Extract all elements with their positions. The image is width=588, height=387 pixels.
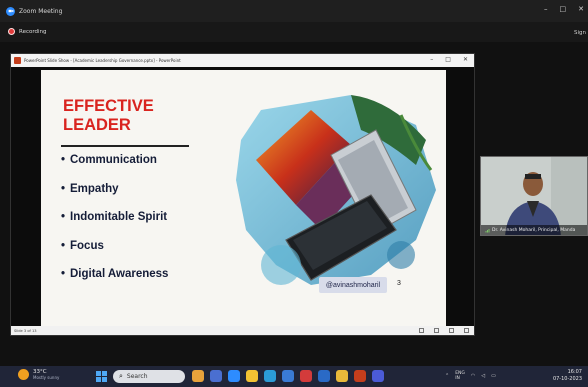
widgets-app-icon[interactable] [192,370,204,382]
bullet-list: • Communication • Empathy • Indomitable Spi… [61,154,168,297]
slideshow-icon[interactable] [464,328,469,333]
sun-icon [18,369,29,380]
search-placeholder: Search [126,373,148,380]
participant-video-tile[interactable]: Dr. Avinash Moharil, Principal, Manda [480,156,588,236]
zoom-window-title: Zoom Meeting [19,7,63,15]
recording-indicator[interactable]: Recording [8,28,47,35]
wifi-icon[interactable]: ◠ [471,373,475,379]
bullet-item: • Focus [61,239,104,252]
weather-widget[interactable]: 33°C Mostly sunny [18,369,59,380]
taskbar-search-box[interactable]: ⌕ Search [113,370,185,383]
slide-heading-line2: LEADER [63,116,131,134]
normal-view-icon[interactable] [419,328,424,333]
powerpoint-app-icon [14,57,21,64]
slide-heading-line1: EFFECTIVE [63,97,154,115]
recording-label: Recording [19,28,47,35]
clock-date: 07-10-2023 [552,376,582,382]
slide-counter: Slide 3 of 13 [14,328,37,333]
slide-heading: EFFECTIVE LEADER [63,97,173,135]
powerpoint-window-title: PowerPoint Slide Show - [Academic Leader… [24,58,181,63]
powerpoint-shared-window: PowerPoint Slide Show - [Academic Leader… [10,53,475,336]
slideshow-status-bar: Slide 3 of 13 [11,326,474,335]
sign-label[interactable]: Sign [574,30,586,36]
reading-view-icon[interactable] [449,328,454,333]
chrome-browser-icon[interactable] [336,370,348,382]
zoom-close-button[interactable]: ✕ [578,5,584,13]
clock-time: 16:07 [567,369,582,375]
ppt-maximize-button[interactable]: □ [445,56,451,63]
zoom-maximize-button[interactable]: □ [560,5,567,13]
speaker-icon[interactable]: ◁ [481,373,485,379]
ppt-close-button[interactable]: ✕ [463,56,468,63]
windows-taskbar: 33°C Mostly sunny ⌕ Search ⌃ ENG IN ◠ ◁ … [0,366,588,387]
zoom-logo-icon [6,6,15,16]
edge-browser-icon[interactable] [264,370,276,382]
zoom-meeting-topbar: Recording Sign [0,22,588,42]
powerpoint-taskbar-icon[interactable] [354,370,366,382]
zoom-app-icon[interactable] [228,370,240,382]
word-app-icon[interactable] [318,370,330,382]
signal-bars-icon [485,228,490,232]
office-app-icon[interactable] [300,370,312,382]
slide-sorter-icon[interactable] [434,328,439,333]
powerpoint-title-bar: PowerPoint Slide Show - [Academic Leader… [11,54,474,67]
battery-icon[interactable]: ▭ [491,373,496,379]
store-app-icon[interactable] [282,370,294,382]
author-handle-badge: @avinashmoharil [319,277,387,293]
bullet-item: • Digital Awareness [61,268,169,280]
smartphones-artwork-image [236,95,436,285]
teams-app-icon[interactable] [372,370,384,382]
presentation-slide: EFFECTIVE LEADER • Communication • Empathy… [41,70,446,326]
weather-description: Mostly sunny [33,375,60,380]
language-indicator[interactable]: ENG IN [455,371,465,381]
participant-name-label: Dr. Avinash Moharil, Principal, Manda [481,225,587,235]
desktop-screen: Zoom Meeting – □ ✕ Recording Sign PowerP… [0,0,588,387]
taskbar-clock[interactable]: 16:07 07-10-2023 [553,369,582,383]
bullet-item: • Communication [61,154,157,166]
bullet-item: • Empathy [61,182,119,195]
ppt-minimize-button[interactable]: – [430,56,433,63]
taskbar-apps [192,370,384,382]
file-explorer-icon[interactable] [246,370,258,382]
chevron-up-icon[interactable]: ⌃ [445,373,449,379]
windows-start-icon[interactable] [96,371,107,382]
slide-number: 3 [397,280,401,287]
heading-divider [61,145,189,147]
bullet-item: • Indomitable Spirit [61,211,168,223]
search-icon: ⌕ [119,372,123,380]
recording-dot-icon [8,28,15,35]
zoom-title-bar: Zoom Meeting – □ ✕ [0,0,588,22]
system-tray: ⌃ ENG IN ◠ ◁ ▭ [445,371,496,381]
task-view-icon[interactable] [210,370,222,382]
zoom-minimize-button[interactable]: – [544,5,548,13]
